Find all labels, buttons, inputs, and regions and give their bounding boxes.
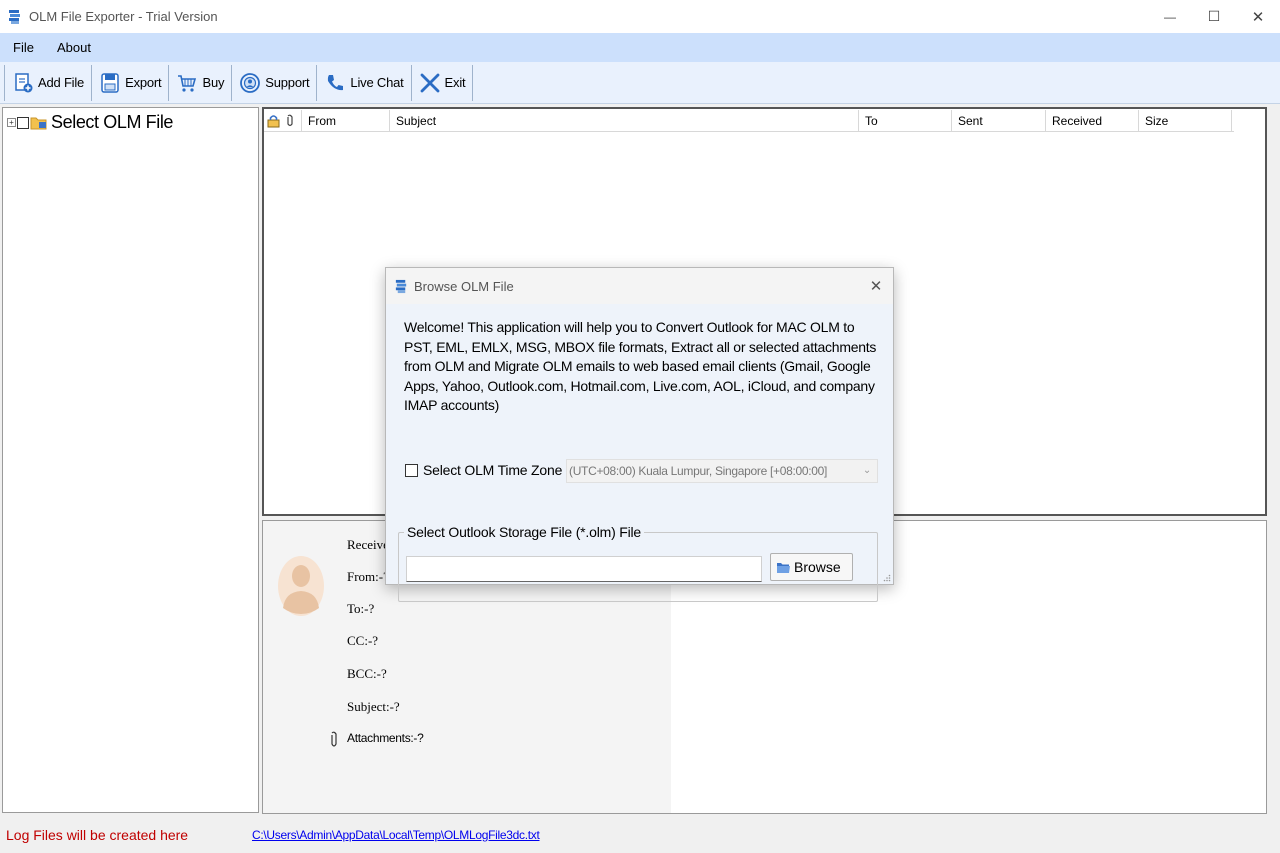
export-label: Export [125, 75, 162, 90]
buy-label: Buy [202, 75, 225, 90]
toolbar-separator [231, 64, 233, 101]
timezone-label: Select OLM Time Zone [423, 462, 563, 478]
browse-button[interactable]: Browse [770, 553, 853, 581]
support-button[interactable]: Support [235, 64, 313, 102]
column-to[interactable]: To [859, 110, 952, 132]
preview-bcc: BCC:-? [347, 666, 387, 681]
exit-icon [420, 73, 439, 92]
menu-about[interactable]: About [52, 38, 91, 57]
window-title: OLM File Exporter - Trial Version [29, 9, 218, 24]
minimize-icon: — [1164, 9, 1176, 24]
exit-button[interactable]: Exit [415, 64, 470, 102]
dialog-description: Welcome! This application will help you … [404, 319, 877, 413]
export-icon [101, 72, 119, 93]
dialog-body: Welcome! This application will help you … [386, 304, 893, 602]
preview-from: From:-? [347, 569, 389, 584]
avatar [278, 556, 324, 616]
toolbar-separator [4, 64, 5, 101]
folder-tree-pane: + Select OLM File [2, 107, 259, 813]
timezone-value: (UTC+08:00) Kuala Lumpur, Singapore [+08… [569, 464, 828, 478]
folder-icon [777, 562, 790, 573]
dialog-title: Browse OLM File [414, 278, 514, 294]
timezone-select[interactable]: (UTC+08:00) Kuala Lumpur, Singapore [+08… [566, 459, 878, 483]
dialog-titlebar: Browse OLM File ✕ [386, 268, 893, 304]
log-path-link[interactable]: C:\Users\Admin\AppData\Local\Temp\OLMLog… [252, 828, 540, 842]
close-icon: ✕ [1251, 8, 1265, 26]
support-icon [240, 72, 261, 93]
export-button[interactable]: Export [95, 64, 165, 102]
support-label: Support [265, 75, 310, 90]
window-titlebar: OLM File Exporter - Trial Version — ☐ ✕ [0, 0, 1280, 33]
column-sent[interactable]: Sent [952, 110, 1046, 132]
browse-label: Browse [794, 559, 841, 575]
resize-grip-icon[interactable] [883, 574, 891, 582]
toolbar-separator [472, 64, 474, 101]
toolbar-separator [316, 64, 318, 101]
olm-file-path-input[interactable] [406, 556, 762, 582]
preview-attachments: Attachments:-? [347, 731, 424, 745]
column-size[interactable]: Size [1139, 110, 1232, 132]
preview-cc: CC:-? [347, 633, 379, 648]
maximize-button[interactable]: ☐ [1192, 0, 1236, 33]
header-icons-column[interactable] [264, 110, 302, 132]
chevron-down-icon: ⌄ [862, 465, 871, 476]
maximize-icon: ☐ [1207, 8, 1221, 24]
expand-icon: + [9, 118, 14, 127]
lock-icon [267, 115, 280, 128]
live-chat-button[interactable]: Live Chat [320, 64, 407, 102]
preview-to: To:-? [347, 601, 375, 616]
timezone-checkbox[interactable] [405, 464, 418, 477]
folder-icon [30, 117, 47, 129]
log-label: Log Files will be created here [6, 827, 189, 843]
status-bar: Log Files will be created here C:\Users\… [0, 816, 1280, 853]
mail-list-header: From Subject To Sent Received Size [264, 110, 1234, 132]
browse-olm-dialog: Browse OLM File ✕ Welcome! This applicat… [385, 267, 894, 602]
add-file-button[interactable]: Add File [8, 64, 88, 102]
attachment-icon [287, 114, 293, 127]
window-controls: — ☐ ✕ [1148, 0, 1280, 33]
menu-bar: File About [0, 33, 1280, 62]
add-file-label: Add File [38, 75, 85, 90]
app-icon [395, 279, 407, 293]
add-file-icon [15, 72, 33, 92]
cart-icon [178, 74, 197, 92]
preview-subject: Subject:-? [347, 699, 400, 714]
minimize-button[interactable]: — [1148, 0, 1192, 33]
column-from[interactable]: From [302, 110, 390, 132]
live-chat-label: Live Chat [350, 75, 404, 90]
toolbar: Add File Export Buy Support Live Chat Ex… [0, 62, 1280, 104]
column-subject[interactable]: Subject [390, 110, 859, 132]
tree-root-item[interactable]: + Select OLM File [7, 112, 173, 133]
close-button[interactable]: ✕ [1236, 0, 1280, 33]
close-icon: ✕ [869, 278, 883, 295]
toolbar-separator [168, 64, 170, 101]
buy-button[interactable]: Buy [172, 64, 228, 102]
menu-file[interactable]: File [8, 38, 34, 57]
attachment-icon [331, 731, 337, 747]
storage-file-group-label: Select Outlook Storage File (*.olm) File [404, 524, 644, 540]
toolbar-separator [410, 64, 412, 101]
exit-label: Exit [444, 75, 466, 90]
tree-root-label: Select OLM File [51, 112, 174, 132]
dialog-close-button[interactable]: ✕ [865, 275, 887, 297]
tree-checkbox[interactable] [17, 116, 29, 129]
toolbar-separator [91, 64, 93, 101]
phone-icon [328, 74, 344, 90]
tree-expander[interactable]: + [7, 118, 16, 127]
app-icon [9, 9, 20, 24]
column-received[interactable]: Received [1046, 110, 1139, 132]
